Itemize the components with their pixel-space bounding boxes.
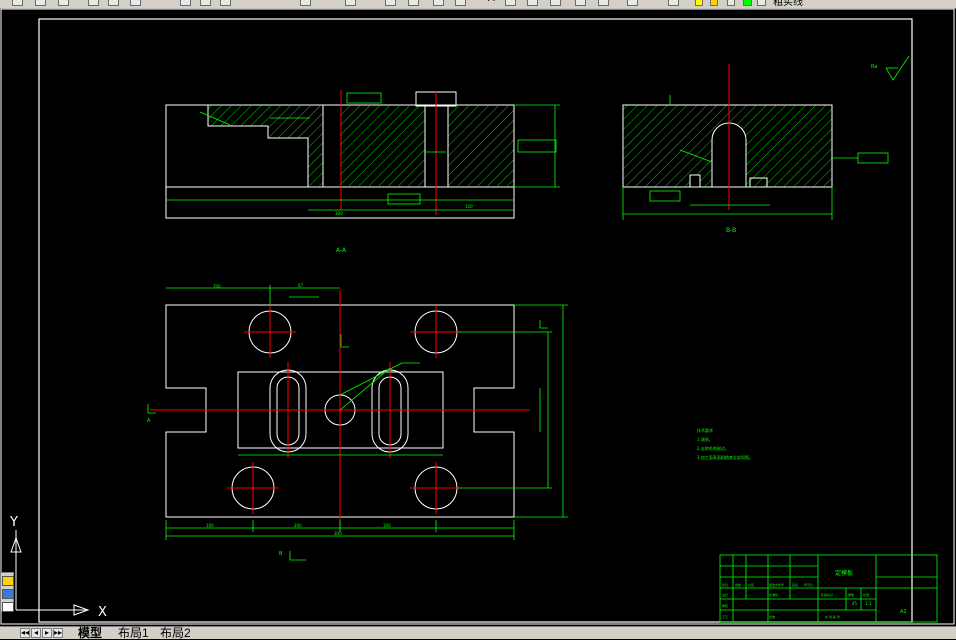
title-cell: 共 张 第 张 <box>825 614 840 619</box>
tech-req-title: 技术要求 <box>697 427 713 433</box>
title-cell: 签名 <box>792 582 798 587</box>
title-cell: 年月日 <box>804 582 813 587</box>
title-cell: 标记 <box>722 582 728 587</box>
palette-swatch-icon[interactable] <box>2 602 14 612</box>
title-block: 定模板 45 1:1 A2 标记 处数 分区 更改文件号 签名 年月日 设计 标… <box>719 554 938 623</box>
layer-color-icon[interactable] <box>743 0 752 6</box>
model-space-canvas[interactable]: A-A 300 100 B-B Ra 700 67 100 200 100 30… <box>0 8 956 626</box>
plan-label-b: B <box>279 551 283 557</box>
layer-dropdown[interactable]: 粗实线 <box>773 0 803 8</box>
tech-req-line: 3.加工面表面粗糙度全部如图。 <box>697 454 753 460</box>
open-icon[interactable] <box>35 0 46 6</box>
properties-icon[interactable] <box>505 0 516 6</box>
title-cell: 阶段标记 <box>821 592 833 597</box>
text-style-icon[interactable]: A <box>488 0 495 4</box>
dim-text: 67 <box>298 283 304 288</box>
scale: 1:1 <box>865 601 872 606</box>
tab-prev-button[interactable]: ◂ <box>31 628 41 638</box>
copy-icon[interactable] <box>200 0 211 6</box>
part-name: 定模板 <box>835 569 853 577</box>
save-icon[interactable] <box>58 0 69 6</box>
zoom-previous-icon[interactable] <box>455 0 466 6</box>
material: 45 <box>852 601 858 606</box>
dim-text: 200 <box>294 523 302 528</box>
palette-swatch-icon[interactable] <box>2 576 14 586</box>
design-center-icon[interactable] <box>527 0 538 6</box>
redo-icon[interactable] <box>345 0 356 6</box>
technical-requirements: 技术要求 1.调质。 2.去除毛刺锐边。 3.加工面表面粗糙度全部如图。 <box>697 427 753 460</box>
plan-view: 700 67 100 200 100 300 B A <box>147 283 568 561</box>
tab-first-button[interactable]: ◂◂ <box>20 628 30 638</box>
layer-on-icon[interactable] <box>695 0 703 6</box>
section-b-view: B-B <box>622 64 889 234</box>
title-cell: 批准 <box>769 614 775 619</box>
preview-icon[interactable] <box>108 0 119 6</box>
title-cell: 处数 <box>735 582 741 587</box>
roughness-symbol: Ra <box>871 55 910 81</box>
ucs-icon: Y X <box>9 515 107 620</box>
tech-req-line: 1.调质。 <box>697 436 713 442</box>
title-cell: 审核 <box>722 603 728 608</box>
new-icon[interactable] <box>12 0 23 6</box>
dim-text: 100 <box>383 523 391 528</box>
tech-req-line: 2.去除毛刺锐边。 <box>697 445 729 451</box>
sheet-size: A2 <box>900 609 907 615</box>
roughness-note: Ra <box>871 64 877 70</box>
help-icon[interactable] <box>627 0 638 6</box>
sheet-set-icon[interactable] <box>575 0 586 6</box>
dim-text: 300 <box>335 211 343 216</box>
zoom-window-icon[interactable] <box>433 0 444 6</box>
tab-last-button[interactable]: ▸▸ <box>53 628 63 638</box>
section-a-label: A-A <box>336 247 347 254</box>
layer-manager-icon[interactable] <box>668 0 679 6</box>
cut-icon[interactable] <box>180 0 191 6</box>
ucs-y-label: Y <box>9 515 18 530</box>
title-cell: 分区 <box>748 582 754 587</box>
dim-text: 100 <box>465 204 473 209</box>
paste-icon[interactable] <box>220 0 231 6</box>
pan-icon[interactable] <box>385 0 396 6</box>
tool-palettes-icon[interactable] <box>550 0 561 6</box>
layer-plot-icon[interactable] <box>757 0 766 6</box>
drawing-frame <box>0 8 955 625</box>
tab-next-button[interactable]: ▸ <box>42 628 52 638</box>
title-cell: 比例 <box>863 592 869 597</box>
ucs-x-label: X <box>98 605 107 620</box>
zoom-realtime-icon[interactable] <box>408 0 419 6</box>
section-a-view: A-A 300 100 <box>165 90 560 254</box>
title-cell: 设计 <box>722 592 728 597</box>
dim-text: 100 <box>206 523 214 528</box>
layer-freeze-icon[interactable] <box>710 0 718 6</box>
layer-lock-icon[interactable] <box>727 0 735 6</box>
calculator-icon[interactable] <box>598 0 609 6</box>
section-b-label: B-B <box>726 227 736 234</box>
title-cell: 标准化 <box>769 592 778 597</box>
title-cell: 重量 <box>848 592 854 597</box>
tab-layout1[interactable]: 布局1 <box>118 627 149 639</box>
tab-layout2[interactable]: 布局2 <box>160 627 191 639</box>
title-cell: 更改文件号 <box>769 582 784 587</box>
dim-text: 700 <box>213 284 221 289</box>
publish-icon[interactable] <box>130 0 141 6</box>
dim-text: 300 <box>334 531 342 536</box>
title-cell: 工艺 <box>722 614 728 619</box>
tab-model[interactable]: 模型 <box>78 627 102 639</box>
tool-palette-stub[interactable] <box>0 572 14 612</box>
layout-tab-bar: ◂◂ ◂ ▸ ▸▸ 模型 布局1 布局2 <box>0 626 956 639</box>
plan-label-a: A <box>147 418 151 424</box>
undo-icon[interactable] <box>300 0 311 6</box>
palette-swatch-icon[interactable] <box>2 589 14 599</box>
print-icon[interactable] <box>88 0 99 6</box>
